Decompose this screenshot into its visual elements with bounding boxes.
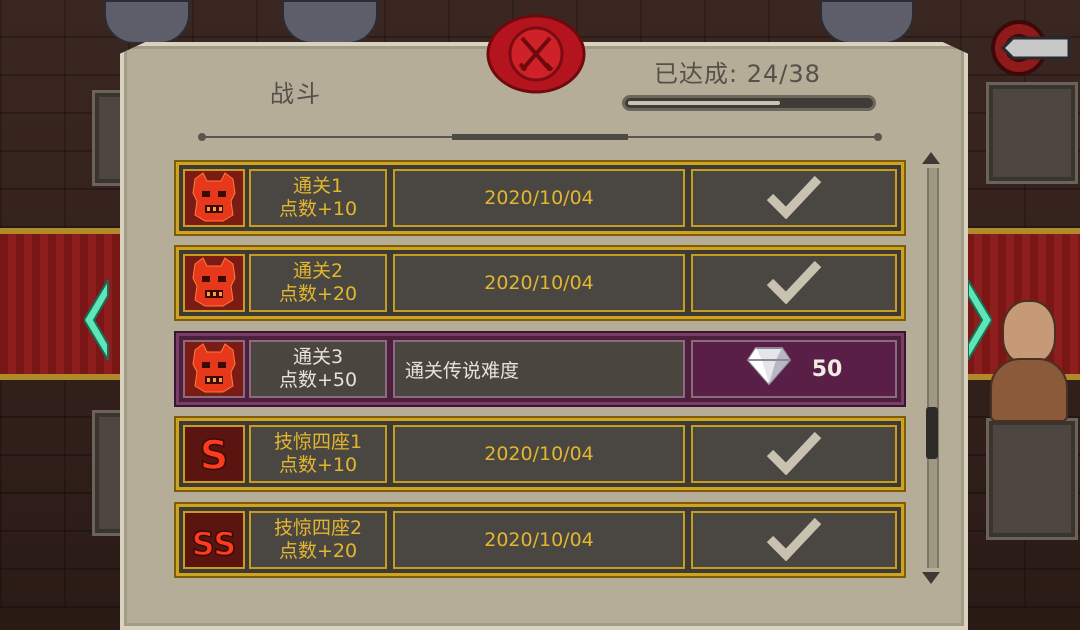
pedestal-right-top [986,82,1078,184]
checkmark-icon [764,258,824,308]
checkmark-icon [764,515,824,565]
s-rank-icon: S [183,425,245,483]
achievement-points: 点数+50 [278,369,358,391]
progress-fill [628,101,780,105]
achievement-points: 点数+10 [278,454,358,476]
battle-seal-icon [486,14,586,94]
achievement-points: 点数+10 [278,198,358,220]
checkmark-icon [764,173,824,223]
achievement-condition: 通关传说难度 [393,340,685,398]
achievement-date: 2020/10/04 [393,254,685,312]
diamond-icon [746,346,792,392]
completed-status [691,254,897,312]
checkmark-icon [764,429,824,479]
achievement-name: 技惊四座1 点数+10 [249,425,387,483]
scrollbar-track[interactable] [927,168,939,568]
statue-top-right [820,0,914,44]
achievement-date: 2020/10/04 [393,511,685,569]
achievement-points: 点数+20 [278,283,358,305]
reward-amount: 50 [811,356,843,382]
demon-face-icon [183,169,245,227]
statue-top-left [104,0,190,44]
achievement-date: 2020/10/04 [393,169,685,227]
achieved-count: 已达成: 24/38 [654,60,821,88]
completed-status [691,169,897,227]
tab-indicator-active [452,134,628,140]
achievement-title: 技惊四座2 [273,517,363,539]
achievement-title: 通关1 [292,175,344,197]
bust-statue [988,300,1068,430]
carpet-left [0,228,130,380]
achievement-name: 通关2 点数+20 [249,254,387,312]
achievement-row[interactable]: S 技惊四座1 点数+10 2020/10/04 [176,418,904,490]
completed-status [691,511,897,569]
demon-face-icon [183,254,245,312]
achievement-name: 技惊四座2 点数+20 [249,511,387,569]
ss-rank-icon: SS [183,511,245,569]
achievement-row[interactable]: 通关3 点数+50 通关传说难度 50 [176,333,904,405]
achievement-row[interactable]: SS 技惊四座2 点数+20 2020/10/04 [176,504,904,576]
achievement-date: 2020/10/04 [393,425,685,483]
pedestal-right-bottom [986,418,1078,540]
achievement-name: 通关3 点数+50 [249,340,387,398]
achievement-row[interactable]: 通关2 点数+20 2020/10/04 [176,247,904,319]
scrollbar-thumb[interactable] [926,407,938,459]
scroll-up-arrow-icon[interactable] [922,152,940,164]
claim-reward-button[interactable]: 50 [691,340,897,398]
prev-page-arrow-icon[interactable] [84,280,110,360]
demon-face-icon [183,340,245,398]
category-title: 战斗 [270,80,322,108]
statue-top-middle [282,0,378,44]
completed-status [691,425,897,483]
next-page-arrow-icon[interactable] [966,280,992,360]
achievement-title: 通关2 [292,260,344,282]
achievement-row[interactable]: 通关1 点数+10 2020/10/04 [176,162,904,234]
achievement-points: 点数+20 [278,540,358,562]
svg-text:S: S [200,433,229,479]
achievement-title: 技惊四座1 [273,431,363,453]
back-button[interactable] [983,14,1071,78]
achievement-title: 通关3 [292,346,344,368]
scroll-down-arrow-icon[interactable] [922,572,940,584]
svg-text:SS: SS [192,525,237,563]
achievement-progress-bar [622,95,876,111]
achievement-name: 通关1 点数+10 [249,169,387,227]
